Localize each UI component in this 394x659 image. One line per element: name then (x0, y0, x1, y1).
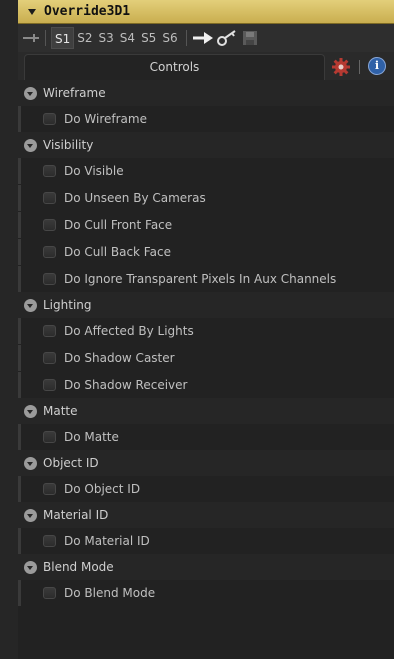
expand-toggle-icon[interactable] (24, 138, 37, 152)
slot-s2[interactable]: S2 (74, 27, 95, 49)
group-indicator (18, 266, 21, 292)
checkbox-row[interactable]: Do Wireframe (18, 106, 394, 132)
checkbox-row[interactable]: Do Shadow Caster (18, 345, 394, 371)
section-object-id[interactable]: Object ID (18, 450, 394, 476)
section-visibility[interactable]: Visibility (18, 132, 394, 158)
slot-s4[interactable]: S4 (117, 27, 138, 49)
checkbox-row[interactable]: Do Cull Front Face (18, 212, 394, 238)
checkbox-label: Do Affected By Lights (64, 324, 194, 338)
expand-toggle-icon[interactable] (24, 456, 37, 470)
do-material-id-checkbox[interactable] (43, 535, 56, 547)
tab-controls[interactable]: Controls (24, 54, 325, 80)
toolbar-separator (45, 30, 46, 46)
checkbox-label: Do Unseen By Cameras (64, 191, 206, 205)
do-cull-front-face-checkbox[interactable] (43, 219, 56, 231)
checkbox-label: Do Blend Mode (64, 586, 156, 600)
do-wireframe-checkbox[interactable] (43, 113, 56, 125)
slot-s6[interactable]: S6 (159, 27, 180, 49)
checkbox-label: Do Shadow Receiver (64, 378, 188, 392)
pin-icon[interactable] (22, 27, 40, 49)
group-indicator (18, 580, 21, 606)
section-label: Lighting (43, 298, 92, 312)
do-shadow-receiver-checkbox[interactable] (43, 379, 56, 391)
controls-panel: Wireframe Do Wireframe Visibility Do Vis… (18, 80, 394, 659)
do-affected-by-lights-checkbox[interactable] (43, 325, 56, 337)
collapse-arrow-icon[interactable] (28, 8, 36, 15)
checkbox-label: Do Matte (64, 430, 119, 444)
checkbox-row[interactable]: Do Ignore Transparent Pixels In Aux Chan… (18, 266, 394, 292)
do-shadow-caster-checkbox[interactable] (43, 352, 56, 364)
slot-s5[interactable]: S5 (138, 27, 159, 49)
group-indicator (18, 476, 21, 502)
expand-toggle-icon[interactable] (24, 404, 37, 418)
tab-separator (359, 60, 360, 74)
section-lighting[interactable]: Lighting (18, 292, 394, 318)
tool-title-bar[interactable]: Override3D1 (18, 0, 394, 24)
group-indicator (18, 528, 21, 554)
section-label: Object ID (43, 456, 99, 470)
section-label: Visibility (43, 138, 94, 152)
group-indicator (18, 318, 21, 344)
checkbox-row[interactable]: Do Object ID (18, 476, 394, 502)
section-matte[interactable]: Matte (18, 398, 394, 424)
toolbar: S1 S2 S3 S4 S5 S6 (18, 24, 394, 52)
section-wireframe[interactable]: Wireframe (18, 80, 394, 106)
group-indicator (18, 424, 21, 450)
section-material-id[interactable]: Material ID (18, 502, 394, 528)
expand-toggle-icon[interactable] (24, 508, 37, 522)
group-indicator (18, 212, 21, 238)
section-label: Material ID (43, 508, 109, 522)
checkbox-label: Do Material ID (64, 534, 150, 548)
checkbox-label: Do Ignore Transparent Pixels In Aux Chan… (64, 272, 337, 286)
checkbox-label: Do Cull Front Face (64, 218, 173, 232)
group-indicator (18, 106, 21, 132)
do-unseen-by-cameras-checkbox[interactable] (43, 192, 56, 204)
do-matte-checkbox[interactable] (43, 431, 56, 443)
tabs-row: Controls i (18, 52, 394, 80)
expand-toggle-icon[interactable] (24, 86, 37, 100)
section-label: Blend Mode (43, 560, 114, 574)
tool-title: Override3D1 (44, 4, 131, 19)
slot-s1[interactable]: S1 (51, 27, 75, 49)
checkbox-row[interactable]: Do Visible (18, 158, 394, 184)
slot-s3[interactable]: S3 (96, 27, 117, 49)
checkbox-row[interactable]: Do Blend Mode (18, 580, 394, 606)
arrow-right-icon[interactable] (192, 27, 214, 49)
checkbox-row[interactable]: Do Unseen By Cameras (18, 185, 394, 211)
group-indicator (18, 372, 21, 398)
do-blend-mode-checkbox[interactable] (43, 587, 56, 599)
do-visible-checkbox[interactable] (43, 165, 56, 177)
section-label: Matte (43, 404, 78, 418)
do-object-id-checkbox[interactable] (43, 483, 56, 495)
section-label: Wireframe (43, 86, 106, 100)
group-indicator (18, 185, 21, 211)
gear-icon[interactable] (330, 56, 352, 78)
group-indicator (18, 345, 21, 371)
section-blend-mode[interactable]: Blend Mode (18, 554, 394, 580)
group-indicator (18, 239, 21, 265)
checkbox-row[interactable]: Do Matte (18, 424, 394, 450)
save-icon[interactable] (242, 27, 258, 49)
checkbox-label: Do Wireframe (64, 112, 147, 126)
group-indicator (18, 158, 21, 184)
expand-toggle-icon[interactable] (24, 560, 37, 574)
checkbox-label: Do Object ID (64, 482, 141, 496)
toolbar-separator (185, 30, 187, 46)
checkbox-label: Do Cull Back Face (64, 245, 171, 259)
checkbox-row[interactable]: Do Shadow Receiver (18, 372, 394, 398)
checkbox-label: Do Shadow Caster (64, 351, 175, 365)
do-ignore-transparent-pixels-checkbox[interactable] (43, 273, 56, 285)
info-icon[interactable]: i (368, 57, 386, 75)
checkbox-label: Do Visible (64, 164, 124, 178)
checkbox-row[interactable]: Do Cull Back Face (18, 239, 394, 265)
checkbox-row[interactable]: Do Affected By Lights (18, 318, 394, 344)
expand-toggle-icon[interactable] (24, 298, 37, 312)
checkbox-row[interactable]: Do Material ID (18, 528, 394, 554)
do-cull-back-face-checkbox[interactable] (43, 246, 56, 258)
key-icon[interactable] (216, 27, 238, 49)
